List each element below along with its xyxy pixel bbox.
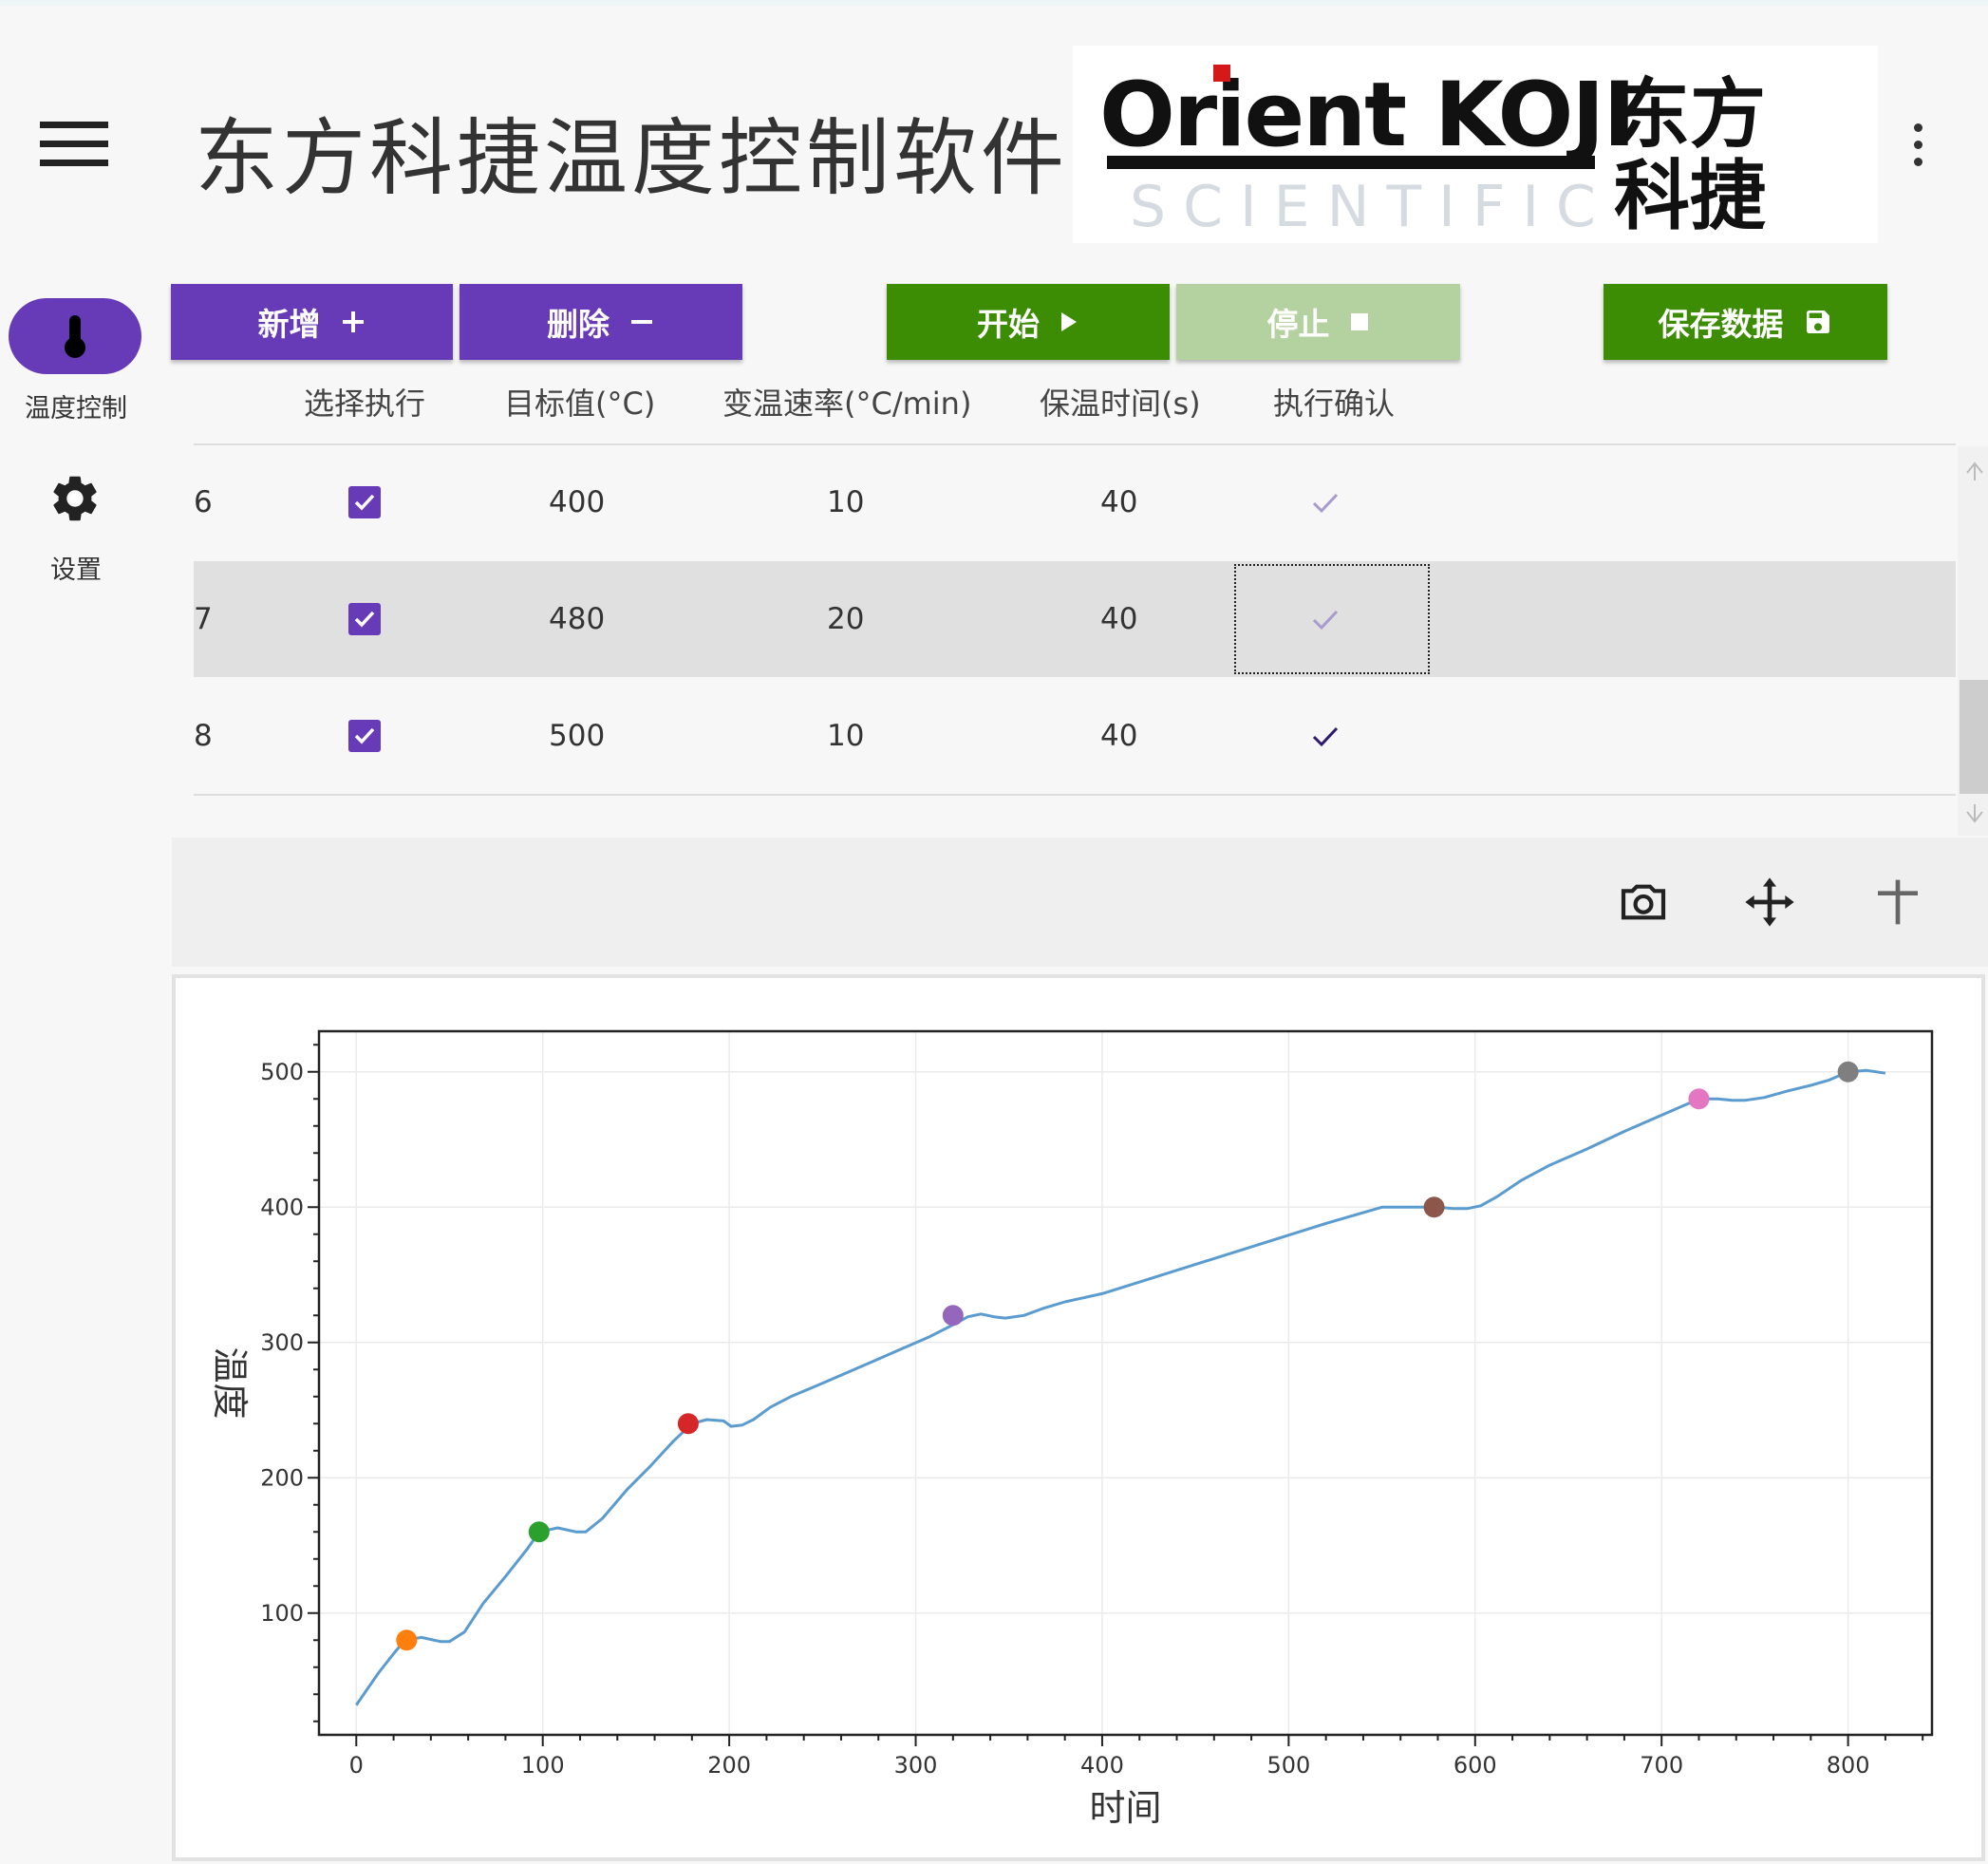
column-header-select[interactable]: 选择执行 (304, 380, 425, 424)
delete-button[interactable]: 删除 (459, 284, 742, 360)
add-button[interactable]: 新增 (171, 284, 453, 360)
table-bottom-divider (194, 794, 1956, 796)
table-scrollbar[interactable] (1958, 446, 1988, 836)
row-select-checkbox[interactable] (348, 603, 381, 635)
chart-toolbar (172, 838, 1988, 967)
target-value-cell[interactable]: 400 (549, 444, 605, 560)
setpoint-marker (1688, 1088, 1710, 1110)
target-value-cell[interactable]: 500 (549, 678, 605, 794)
y-tick-label: 100 (260, 1600, 304, 1627)
company-logo: Orient KOJI SCIENTIFIC 东方 科捷 (1073, 46, 1878, 243)
x-tick-label: 100 (521, 1752, 565, 1779)
pan-icon[interactable] (1743, 876, 1796, 929)
column-header-rate[interactable]: 变温速率(°C/min) (722, 380, 971, 424)
hold-time-cell[interactable]: 40 (1100, 561, 1137, 677)
x-tick-label: 400 (1080, 1752, 1124, 1779)
save-icon (1803, 307, 1833, 337)
row-select-checkbox[interactable] (348, 720, 381, 752)
nav-temperature-control[interactable] (9, 298, 141, 374)
x-tick-label: 700 (1640, 1752, 1683, 1779)
minus-icon (628, 309, 655, 335)
row-index: 6 (194, 485, 213, 519)
start-button[interactable]: 开始 (887, 284, 1170, 360)
setpoint-marker (396, 1629, 418, 1651)
temperature-chart: 0 100 200 300 400 500 600 700 800 100 200 300 400 500… (172, 974, 1985, 1861)
y-tick-label: 200 (260, 1464, 304, 1491)
stop-icon (1349, 311, 1370, 332)
y-axis-label: 温度 (209, 1346, 251, 1419)
x-tick-label: 600 (1453, 1752, 1497, 1779)
app-title: 东方科捷温度控制软件 (195, 109, 1069, 207)
play-icon (1059, 310, 1079, 334)
delete-button-label: 删除 (547, 306, 610, 343)
stop-button-label: 停止 (1266, 306, 1330, 343)
setpoint-marker (1837, 1061, 1859, 1083)
rate-cell[interactable]: 20 (827, 561, 864, 677)
confirm-check-icon[interactable] (1309, 486, 1341, 518)
hold-time-cell[interactable]: 40 (1100, 444, 1137, 560)
more-options-icon[interactable] (1910, 123, 1925, 169)
svg-text:东方: 东方 (1614, 70, 1766, 159)
column-header-target[interactable]: 目标值(°C) (504, 380, 655, 424)
rate-cell[interactable]: 10 (827, 444, 864, 560)
table-row[interactable]: 8 500 10 40 (194, 678, 1956, 794)
y-tick-label: 500 (260, 1059, 304, 1085)
plot-frame (317, 1029, 1934, 1737)
svg-text:科捷: 科捷 (1614, 152, 1766, 240)
save-data-button[interactable]: 保存数据 (1604, 284, 1887, 360)
save-data-button-label: 保存数据 (1658, 306, 1784, 343)
confirm-check-icon[interactable] (1309, 603, 1341, 635)
setpoint-marker (677, 1413, 699, 1435)
table-row[interactable]: 6 400 10 40 (194, 444, 1956, 560)
table-row[interactable]: 7 480 20 40 (194, 561, 1956, 677)
menu-icon[interactable] (40, 122, 108, 167)
x-tick-label: 500 (1266, 1752, 1310, 1779)
svg-text:SCIENTIFIC: SCIENTIFIC (1130, 174, 1613, 240)
start-button-label: 开始 (977, 306, 1040, 343)
setpoint-marker (942, 1305, 964, 1327)
x-tick-label: 200 (707, 1752, 751, 1779)
add-button-label: 新增 (257, 306, 321, 343)
zoom-crosshair-icon[interactable] (1871, 876, 1924, 929)
confirm-check-icon[interactable] (1309, 720, 1341, 752)
x-tick-label: 0 (349, 1752, 364, 1779)
plus-icon (340, 309, 366, 335)
setpoint-marker (1423, 1196, 1445, 1218)
x-tick-label: 300 (894, 1752, 938, 1779)
row-index: 8 (194, 719, 213, 753)
row-select-checkbox[interactable] (348, 486, 381, 518)
target-value-cell[interactable]: 480 (549, 561, 605, 677)
y-tick-label: 300 (260, 1329, 304, 1356)
camera-icon[interactable] (1617, 876, 1670, 929)
stop-button[interactable]: 停止 (1176, 284, 1460, 360)
x-axis-label: 时间 (1089, 1787, 1161, 1829)
nav-label-settings[interactable]: 设置 (0, 549, 152, 586)
rate-cell[interactable]: 10 (827, 678, 864, 794)
svg-text:Orient KOJI: Orient KOJI (1099, 64, 1634, 167)
temperature-series-line (355, 1068, 1886, 1706)
chart-svg[interactable]: 0 100 200 300 400 500 600 700 800 100 200 300 400 500… (176, 978, 1981, 1857)
row-index: 7 (194, 602, 213, 636)
y-tick-label: 400 (260, 1194, 304, 1220)
setpoint-marker (528, 1521, 550, 1543)
column-header-confirm[interactable]: 执行确认 (1273, 380, 1395, 424)
hold-time-cell[interactable]: 40 (1100, 678, 1137, 794)
thermometer-icon (65, 315, 85, 358)
gear-icon[interactable] (47, 471, 103, 526)
nav-label-temperature-control[interactable]: 温度控制 (0, 387, 152, 424)
column-header-hold-time[interactable]: 保温时间(s) (1040, 380, 1201, 424)
window-top-strip (0, 0, 1988, 6)
x-tick-label: 800 (1827, 1752, 1870, 1779)
